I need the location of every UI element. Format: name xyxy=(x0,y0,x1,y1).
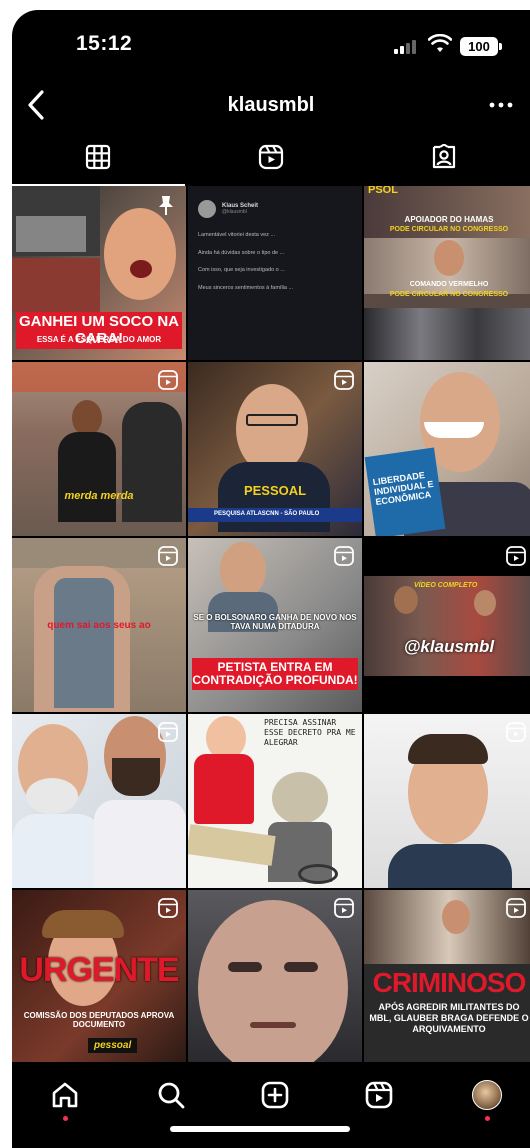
post-caption: SE O BOLSONARO GANHA DE NOVO NOS TAVA NU… xyxy=(193,613,357,631)
grid-post-12[interactable] xyxy=(364,714,530,888)
grid-post-9[interactable]: VÍDEO COMPLETO @klausmbl xyxy=(364,538,530,712)
posts-grid: GANHEI UM SOCO NA CARA! ESSA É A ESQUERD… xyxy=(12,186,530,1062)
reels-icon xyxy=(334,546,354,566)
post-caption: PETISTA ENTRA EM CONTRADIÇÃO PROFUNDA! xyxy=(192,658,358,691)
cartoon-bubble: PRECISA ASSINAR ESSE DECRETO PRA ME ALEG… xyxy=(264,718,356,747)
grid-post-10[interactable] xyxy=(12,714,186,888)
tweet-text: Com isso, que seja investigado o ... xyxy=(198,267,285,274)
battery-indicator: 100 xyxy=(460,37,502,56)
post-caption: quem sai aos seus ao xyxy=(47,620,151,631)
tab-tagged[interactable] xyxy=(357,138,530,186)
post-caption: APOIADOR DO HAMAS xyxy=(404,215,494,224)
status-time: 15:12 xyxy=(76,32,133,55)
grid-post-11[interactable]: PRECISA ASSINAR ESSE DECRETO PRA ME ALEG… xyxy=(188,714,362,888)
reels-icon xyxy=(158,898,178,918)
tab-reels[interactable] xyxy=(185,138,358,186)
grid-post-15[interactable]: CRIMINOSO APÓS AGREDIR MILITANTES DO MBL… xyxy=(364,890,530,1062)
grid-post-14[interactable] xyxy=(188,890,362,1062)
reels-icon xyxy=(506,898,526,918)
tab-posts-grid[interactable] xyxy=(12,138,185,186)
status-bar: 15:12 100 xyxy=(12,10,530,72)
reels-icon xyxy=(258,144,284,170)
wifi-icon xyxy=(428,34,452,52)
grid-icon xyxy=(86,144,111,170)
profile-header: klausmbl xyxy=(12,72,530,138)
reels-icon xyxy=(334,898,354,918)
grid-post-4[interactable]: merda merda xyxy=(12,362,186,536)
post-handle: @klausmbl xyxy=(403,637,495,656)
home-icon[interactable] xyxy=(50,1080,80,1110)
post-subcaption: ESSA É A ESQUERDA DO AMOR xyxy=(36,335,162,344)
post-caption: COMANDO VERMELHO xyxy=(409,281,489,288)
tweet-text: Meus sinceros sentimentos à família ... xyxy=(198,285,294,292)
post-caption: CRIMINOSO xyxy=(372,967,527,998)
signal-icon xyxy=(394,40,420,54)
more-options-icon[interactable] xyxy=(486,94,516,116)
post-caption: PSOL xyxy=(368,186,398,196)
post-caption: merda merda xyxy=(64,490,134,502)
post-caption: PESSOAL xyxy=(243,483,307,498)
post-subcaption: APÓS AGREDIR MILITANTES DO MBL, GLAUBER … xyxy=(369,1002,529,1034)
pinned-icon xyxy=(159,196,173,215)
grid-post-2[interactable]: Klaus Scheit @klausmbl Lamentável vitori… xyxy=(188,186,362,360)
tweet-text: Lamentável vitoriei desta vez ... xyxy=(198,232,276,238)
grid-post-5[interactable]: PESSOAL PESQUISA ATLASCNN - SÃO PAULO xyxy=(188,362,362,536)
post-caption: PODE CIRCULAR NO CONGRESSO xyxy=(389,226,509,233)
profile-notification-dot xyxy=(485,1116,490,1121)
reels-icon xyxy=(506,722,526,742)
post-subcaption: COMISSÃO DOS DEPUTADOS APROVA DOCUMENTO xyxy=(23,1011,175,1029)
post-caption: URGENTE xyxy=(19,951,179,989)
tweet-text: Ainda há dúvidas sobre o tipo de ... xyxy=(198,249,285,256)
home-indicator xyxy=(170,1126,350,1132)
post-caption: PODE CIRCULAR NO CONGRESSO xyxy=(389,291,509,298)
plus-square-icon[interactable] xyxy=(260,1080,290,1110)
search-icon[interactable] xyxy=(156,1080,186,1110)
grid-post-7[interactable]: quem sai aos seus ao xyxy=(12,538,186,712)
reels-icon xyxy=(506,546,526,566)
reels-icon xyxy=(158,546,178,566)
avatar[interactable] xyxy=(472,1080,502,1110)
phone-screen: 15:12 100 klausmbl GANHEI UM SOCO NA CAR… xyxy=(12,10,530,1148)
profile-username: klausmbl xyxy=(227,94,315,116)
avatar xyxy=(198,200,216,218)
reels-icon[interactable] xyxy=(364,1080,394,1110)
home-notification-dot xyxy=(63,1116,68,1121)
grid-post-8[interactable]: SE O BOLSONARO GANHA DE NOVO NOS TAVA NU… xyxy=(188,538,362,712)
news-ticker: PESQUISA ATLASCNN - SÃO PAULO xyxy=(188,508,362,522)
grid-post-6[interactable]: LIBERDADE INDIVIDUAL E ECONÔMICA xyxy=(364,362,530,536)
grid-post-3[interactable]: PSOL APOIADOR DO HAMAS PODE CIRCULAR NO … xyxy=(364,186,530,360)
reels-icon xyxy=(334,370,354,390)
grid-post-13[interactable]: URGENTE COMISSÃO DOS DEPUTADOS APROVA DO… xyxy=(12,890,186,1062)
grid-post-1[interactable]: GANHEI UM SOCO NA CARA! ESSA É A ESQUERD… xyxy=(12,186,186,360)
post-caption: VÍDEO COMPLETO xyxy=(414,582,478,589)
bottom-nav xyxy=(12,1062,530,1148)
profile-tabs xyxy=(12,138,530,186)
reels-icon xyxy=(158,722,178,742)
post-tag: pessoal xyxy=(88,1038,138,1053)
tagged-person-icon xyxy=(432,144,455,169)
tweet-handle: @klausmbl xyxy=(222,209,247,215)
reels-icon xyxy=(158,370,178,390)
